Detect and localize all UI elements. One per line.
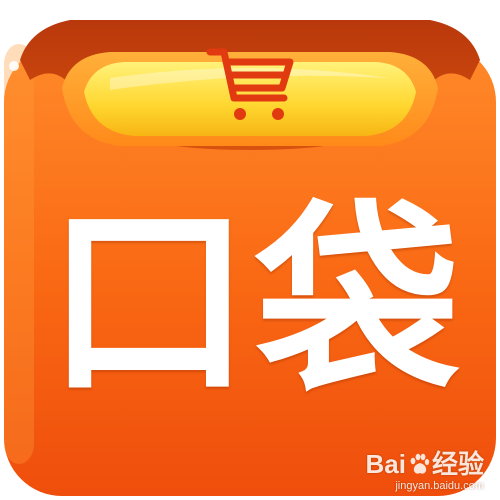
watermark-brand-suffix: 经验 bbox=[431, 449, 484, 479]
paw-icon bbox=[410, 453, 430, 474]
watermark-brand-prefix: Bai bbox=[365, 449, 406, 479]
watermark-logo: Bai 经验 bbox=[366, 451, 484, 477]
watermark-url: jingyan.baidu.com bbox=[395, 480, 484, 492]
app-icon-label: 口袋 bbox=[46, 183, 464, 422]
baidu-jingyan-watermark: Bai 经验 jingyan.baidu.com bbox=[366, 451, 484, 492]
shopping-cart-icon bbox=[206, 48, 294, 120]
app-icon: 口袋 Bai 经验 jingyan.baidu.com bbox=[0, 0, 500, 500]
